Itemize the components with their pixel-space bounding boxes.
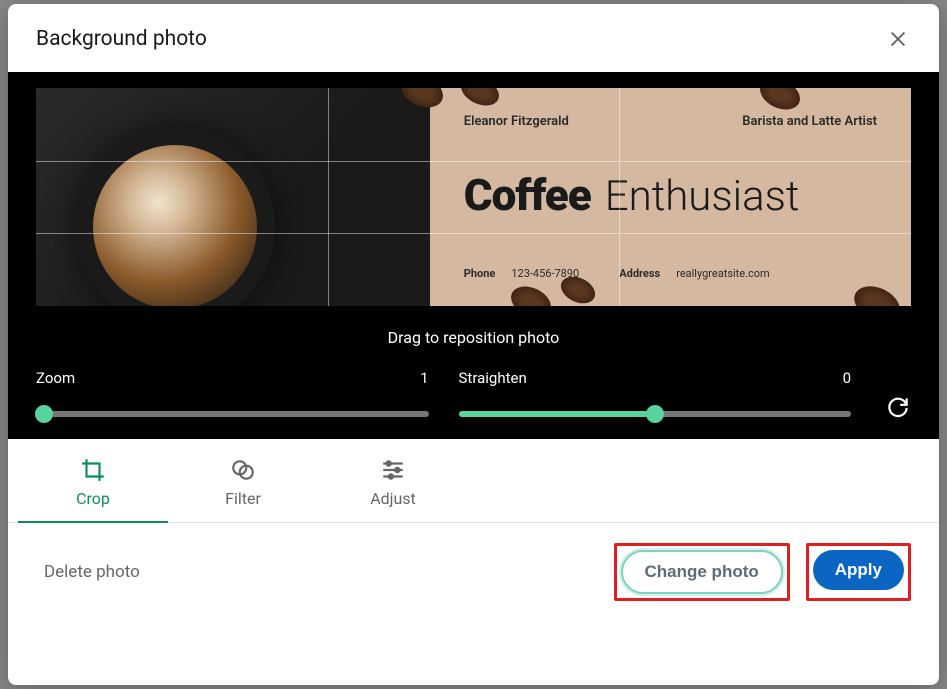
straighten-slider[interactable] — [459, 411, 852, 417]
tab-crop[interactable]: Crop — [18, 439, 168, 522]
photo-role: Barista and Latte Artist — [742, 114, 877, 129]
modal-title: Background photo — [36, 27, 207, 51]
filter-icon — [230, 457, 256, 483]
photo-name: Eleanor Fitzgerald — [464, 114, 569, 129]
address-label: Address — [619, 267, 660, 280]
phone-label: Phone — [464, 267, 496, 280]
coffee-cup-image — [75, 127, 275, 306]
modal-header: Background photo — [8, 4, 939, 72]
adjust-icon — [380, 457, 406, 483]
straighten-label: Straighten — [459, 369, 527, 387]
photo-crop-area[interactable]: Eleanor Fitzgerald Barista and Latte Art… — [36, 88, 911, 306]
edit-tabs: Crop Filter Adjust — [8, 439, 939, 523]
zoom-label: Zoom — [36, 369, 75, 387]
apply-button[interactable]: Apply — [813, 550, 904, 590]
modal-footer: Delete photo Change photo Apply — [8, 523, 939, 625]
drag-hint: Drag to reposition photo — [8, 306, 939, 365]
rotate-icon — [885, 394, 911, 420]
photo-left-panel — [36, 88, 430, 306]
crop-icon — [80, 457, 106, 483]
zoom-slider[interactable] — [36, 411, 429, 417]
address-value: reallygreatsite.com — [676, 267, 770, 280]
close-button[interactable] — [881, 22, 915, 56]
straighten-slider-thumb[interactable] — [646, 405, 664, 423]
straighten-value: 0 — [843, 369, 851, 387]
close-icon — [887, 28, 909, 50]
photo-stage: Eleanor Fitzgerald Barista and Latte Art… — [8, 72, 939, 306]
background-photo-modal: Background photo Eleanor Fitzgerald — [8, 4, 939, 685]
slider-controls: Zoom 1 Straighten 0 — [8, 365, 939, 439]
annotation-highlight: Apply — [806, 543, 911, 601]
zoom-slider-thumb[interactable] — [35, 405, 53, 423]
annotation-highlight: Change photo — [614, 543, 790, 601]
coffee-bean-decor — [848, 279, 905, 306]
zoom-control: Zoom 1 — [36, 369, 429, 417]
straighten-control: Straighten 0 — [459, 369, 852, 417]
coffee-bean-decor — [755, 88, 805, 116]
photo-headline-1: Coffee — [464, 169, 591, 221]
coffee-bean-decor — [506, 280, 556, 306]
tab-filter[interactable]: Filter — [168, 439, 318, 522]
reset-straighten-button[interactable] — [881, 394, 911, 423]
photo-right-panel: Eleanor Fitzgerald Barista and Latte Art… — [430, 88, 911, 306]
photo-preview: Eleanor Fitzgerald Barista and Latte Art… — [36, 88, 911, 306]
tab-adjust-label: Adjust — [370, 489, 416, 508]
tab-filter-label: Filter — [225, 489, 261, 508]
delete-photo-link[interactable]: Delete photo — [44, 562, 140, 582]
footer-actions: Change photo Apply — [614, 543, 912, 601]
zoom-value: 1 — [420, 369, 428, 387]
change-photo-button[interactable]: Change photo — [621, 550, 783, 594]
coffee-bean-decor — [456, 88, 503, 111]
photo-headline-2: Enthusiast — [605, 172, 800, 221]
tab-crop-label: Crop — [76, 489, 110, 508]
tab-adjust[interactable]: Adjust — [318, 439, 468, 522]
